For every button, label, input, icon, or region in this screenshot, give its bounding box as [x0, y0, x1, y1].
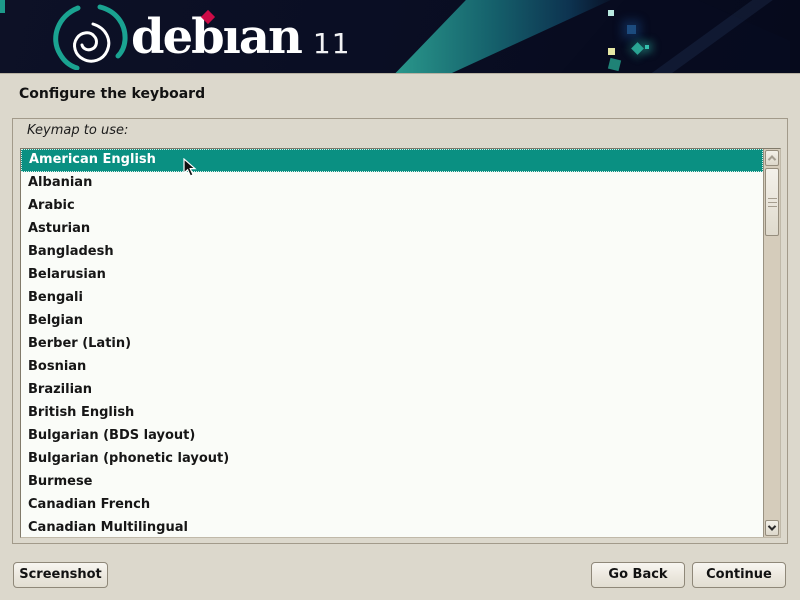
sparkle-square: [608, 48, 615, 55]
list-item[interactable]: Bengali: [21, 287, 763, 310]
list-item[interactable]: Bangladesh: [21, 241, 763, 264]
scrollbar-grip-icon: [768, 198, 777, 207]
list-item[interactable]: Burmese: [21, 471, 763, 494]
list-item[interactable]: Berber (Latin): [21, 333, 763, 356]
header-corner-square: [0, 0, 5, 13]
list-item[interactable]: Belgian: [21, 310, 763, 333]
list-item[interactable]: Bulgarian (phonetic layout): [21, 448, 763, 471]
brand-version: 11: [313, 27, 351, 60]
continue-button[interactable]: Continue: [692, 562, 786, 588]
mouse-cursor-icon: [183, 158, 197, 178]
keymap-list: American EnglishAlbanianArabicAsturianBa…: [21, 149, 763, 537]
list-item[interactable]: Asturian: [21, 218, 763, 241]
chevron-down-icon: [768, 522, 776, 530]
go-back-button[interactable]: Go Back: [591, 562, 685, 588]
sparkle-square: [608, 10, 614, 16]
chevron-up-icon: [768, 155, 776, 163]
brand-wordmark: debıan: [131, 6, 301, 68]
installer-window: debıan 11 Configure the keyboard Keymap …: [0, 0, 800, 600]
list-item[interactable]: Bulgarian (BDS layout): [21, 425, 763, 448]
list-item[interactable]: Albanian: [21, 172, 763, 195]
list-item[interactable]: Brazilian: [21, 379, 763, 402]
keymap-listbox: American EnglishAlbanianArabicAsturianBa…: [20, 148, 781, 538]
list-item[interactable]: Bosnian: [21, 356, 763, 379]
sparkle-square: [627, 25, 636, 34]
debian-swirl-icon: [46, 4, 132, 70]
list-item[interactable]: Belarusian: [21, 264, 763, 287]
scroll-down-button[interactable]: [765, 520, 779, 536]
list-item[interactable]: American English: [21, 149, 763, 172]
list-item[interactable]: Arabic: [21, 195, 763, 218]
page-title: Configure the keyboard: [19, 86, 205, 102]
sparkle-glow-dot: [645, 45, 649, 49]
list-item[interactable]: Canadian Multilingual: [21, 517, 763, 537]
header-banner: debıan 11: [0, 0, 800, 74]
scroll-up-button[interactable]: [765, 150, 779, 166]
list-item[interactable]: Canadian French: [21, 494, 763, 517]
list-item[interactable]: British English: [21, 402, 763, 425]
keymap-label: Keymap to use:: [27, 123, 128, 138]
brand-lockup: debıan 11: [131, 6, 351, 68]
scrollbar-track[interactable]: [763, 149, 780, 537]
scrollbar-thumb[interactable]: [765, 168, 779, 236]
screenshot-button[interactable]: Screenshot: [13, 562, 108, 588]
